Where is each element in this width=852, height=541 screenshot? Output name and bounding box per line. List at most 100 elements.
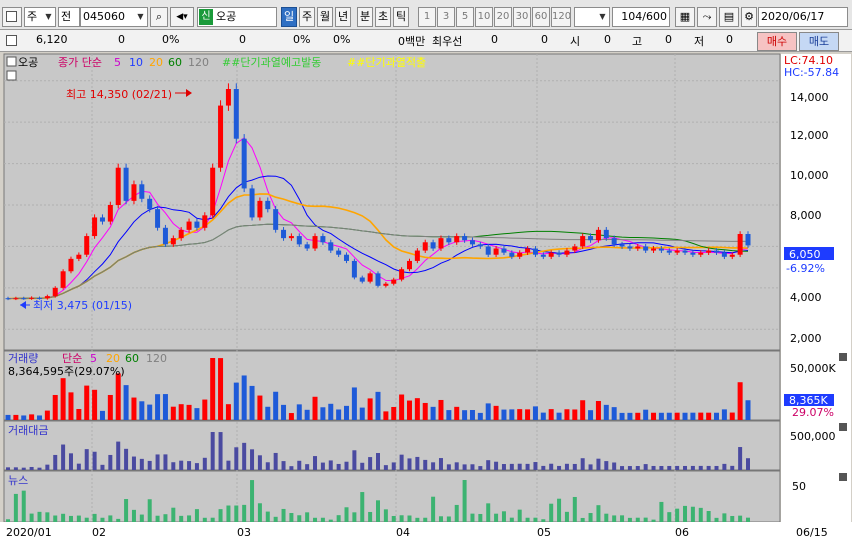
stock-code-input[interactable]: 045060 ▼ [80, 7, 148, 27]
minute-20-button[interactable]: 20 [494, 7, 512, 27]
tab-period-second[interactable]: 초 [375, 7, 391, 27]
candle-body [178, 229, 184, 239]
news-bar [163, 514, 168, 522]
minute-60-button[interactable]: 60 [532, 7, 550, 27]
y-tick-10000: 10,000 [790, 169, 829, 182]
amount-bar [446, 464, 451, 470]
amount-bar [651, 465, 656, 470]
grid-icon: ▤ [723, 10, 735, 23]
chart-menu-button[interactable] [2, 7, 22, 27]
volume-y-tick: 50,000K [790, 362, 836, 375]
minute-10-button[interactable]: 10 [475, 7, 493, 27]
tab-period-month[interactable]: 월 [317, 7, 333, 27]
candle-body [729, 254, 735, 257]
type-select[interactable]: 전 [58, 7, 80, 27]
quote-settings-icon[interactable] [6, 35, 17, 46]
volume-bar [60, 378, 66, 420]
market-select[interactable]: 주 ▼ [24, 7, 56, 27]
volume-bar [336, 409, 342, 420]
volume-bar [580, 400, 586, 420]
volume-bar [469, 409, 475, 420]
news-bar [431, 496, 436, 522]
volume-bar [532, 406, 538, 420]
news-bar [643, 517, 648, 522]
amount-bar [336, 463, 341, 470]
candle-body [721, 252, 727, 257]
x-label-03: 03 [237, 526, 251, 539]
candle-body [674, 250, 680, 253]
volume-bar [265, 406, 271, 420]
stock-name-field[interactable]: 신 오공 [197, 7, 277, 27]
chart-area[interactable]: 오공 종가 단순 5 10 20 60 120 ##단기과열예고발동 ##단기과… [0, 52, 852, 541]
volume-bar [399, 394, 405, 420]
minute-1-button[interactable]: 1 [418, 7, 436, 27]
tab-period-year[interactable]: 년 [335, 7, 351, 27]
tool-button[interactable]: ▦ [675, 7, 695, 27]
amount-bar [501, 464, 506, 470]
display-count-input[interactable]: 104/600 [612, 7, 670, 27]
minute-3-button[interactable]: 3 [437, 7, 455, 27]
candle-body [391, 279, 397, 284]
candle-body [564, 250, 570, 255]
news-bar [360, 492, 365, 522]
tab-period-week[interactable]: 주 [299, 7, 315, 27]
candle-body [469, 240, 475, 245]
news-bar [383, 509, 388, 522]
minute-5-button[interactable]: 5 [456, 7, 474, 27]
volume-bar [721, 409, 727, 420]
date-input[interactable]: 2020/06/17 [758, 7, 848, 27]
tab-period-day[interactable]: 일 [281, 7, 297, 27]
interval-select[interactable]: ▼ [574, 7, 610, 27]
volume-value: 0 [239, 33, 246, 46]
amount-bar [407, 458, 412, 470]
amount-bar [257, 455, 262, 470]
best-ask: 0 [491, 33, 498, 46]
legend-ma120: 120 [188, 56, 209, 69]
trend-button[interactable]: ⤳ [697, 7, 717, 27]
candle-body [328, 242, 334, 251]
candle-body [99, 217, 105, 222]
news-bar [698, 507, 703, 522]
news-bar [108, 515, 113, 522]
search-button[interactable]: ⌕ [150, 7, 168, 27]
candle-body [462, 236, 468, 241]
candle-body [446, 238, 452, 243]
candle-body [438, 238, 444, 249]
quote-bar: 6,120 0 0% 0 0% 0% 0백만 최우선 0 0 시 0 고 0 저… [0, 30, 852, 52]
news-bar [438, 516, 443, 522]
best-bid: 0 [541, 33, 548, 46]
tab-period-tick[interactable]: 틱 [393, 7, 409, 27]
settings-button[interactable]: ⚙ [741, 7, 757, 27]
panel-settings-icon[interactable] [6, 56, 17, 67]
volume-current-pct: 29.07% [792, 406, 834, 419]
panel-toggle-icon[interactable] [6, 70, 17, 81]
news-bar [313, 517, 318, 522]
buy-button[interactable]: 매수 [757, 32, 797, 51]
amount-bar [383, 465, 388, 470]
y-axis-area [781, 54, 851, 522]
news-bar [289, 513, 294, 522]
volume-ma120: 120 [146, 352, 167, 365]
candle-body [714, 250, 720, 253]
candle-body [572, 246, 578, 251]
volume-bar [643, 409, 649, 420]
sell-button[interactable]: 매도 [799, 32, 839, 51]
legend-price-label: 종가 단순 [58, 56, 102, 69]
tab-period-minute[interactable]: 분 [357, 7, 373, 27]
minute-120-button[interactable]: 120 [551, 7, 571, 27]
candle-body [414, 250, 420, 261]
volume-bar [304, 409, 310, 420]
grid-button[interactable]: ▤ [719, 7, 739, 27]
news-bar [596, 505, 601, 522]
volume-ma60: 60 [125, 352, 139, 365]
candle-body [147, 198, 153, 210]
volume-ma20: 20 [106, 352, 120, 365]
volume-bar [351, 387, 357, 420]
amount-bar [92, 451, 97, 470]
candle-body [745, 234, 751, 246]
sound-button[interactable]: ◀▾ [170, 7, 194, 27]
volume-bar [690, 412, 696, 420]
candle-body [525, 248, 531, 253]
minute-30-button[interactable]: 30 [513, 7, 531, 27]
stock-badge: 신 [199, 9, 213, 25]
